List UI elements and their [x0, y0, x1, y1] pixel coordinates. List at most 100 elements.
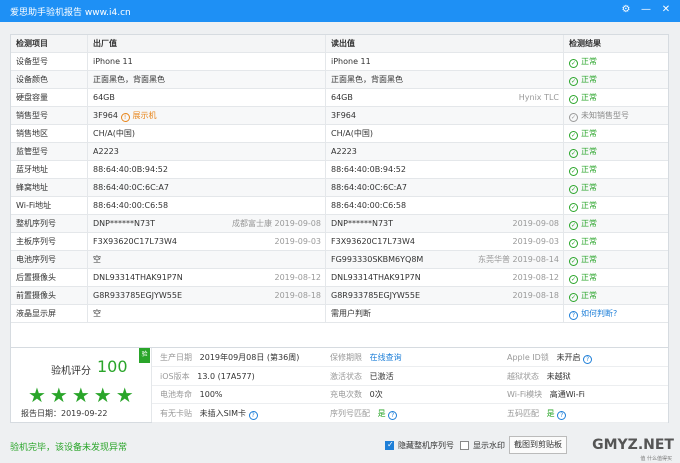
result-text[interactable]: 如何判断?	[581, 309, 617, 318]
footer-bar: 验机完毕，该设备未发现异常 隐藏整机序列号 显示水印 截图到剪贴板 GMYZ.N…	[0, 431, 680, 463]
result-text: 正常	[581, 57, 597, 66]
read-value: F3X93620C17L73W4	[331, 237, 416, 246]
check-circle-icon: ✓	[569, 131, 578, 140]
summary-key: 保修期限	[330, 353, 362, 362]
row-name: 主板序列号	[11, 233, 88, 251]
check-circle-icon: ✓	[569, 59, 578, 68]
read-note: 2019-09-08	[512, 219, 560, 228]
copy-screenshot-button[interactable]: 截图到剪贴板	[509, 436, 567, 454]
minimize-icon[interactable]: —	[638, 2, 654, 18]
score-box: 验机评分 100 验 ★★★★★ 报告日期：2019-09-22	[11, 348, 152, 422]
rating-stars: ★★★★★	[28, 383, 138, 407]
summary-key: 越狱状态	[507, 371, 539, 381]
help-icon[interactable]: ?	[557, 410, 567, 420]
help-icon: ?	[569, 311, 578, 320]
summary-key: 有无卡贴	[160, 408, 192, 418]
row-factory: DNL93314THAK91P7N 2019-08-12	[88, 269, 326, 287]
row-read: F3X93620C17L73W4 2019-09-03	[326, 233, 564, 251]
read-value: 88:64:40:0C:6C:A7	[331, 183, 407, 192]
factory-value: CH/A(中国)	[93, 129, 136, 138]
table-row: 监管型号 A2223 A2223 ✓ 正常	[11, 143, 668, 161]
header-read: 读出值	[326, 35, 564, 53]
title-bar: 爱思助手验机报告 www.i4.cn ⚙ — ✕	[0, 0, 680, 22]
factory-value: A2223	[93, 147, 119, 156]
summary-value: 2019年09月08日 (第36周)	[199, 353, 300, 362]
checkbox-unchecked-icon[interactable]	[460, 441, 469, 450]
verified-badge: 验	[139, 348, 150, 363]
result-text: 正常	[581, 183, 597, 192]
factory-value: 空	[93, 255, 101, 264]
row-factory: 正面黑色，背面黑色	[88, 71, 326, 89]
help-icon[interactable]: ?	[388, 410, 398, 420]
row-result: ✓ 正常	[564, 125, 668, 143]
checkbox-checked-icon[interactable]	[385, 440, 394, 450]
row-name: 后置摄像头	[11, 269, 88, 287]
factory-note: 成都富士康 2019-09-08	[231, 219, 321, 228]
score-label: 验机评分	[51, 366, 91, 377]
summary-item: 激活状态 已激活	[330, 367, 394, 386]
row-result: ✓ 正常	[564, 71, 668, 89]
report-date-label: 报告日期：	[21, 409, 61, 418]
row-factory: 空	[88, 251, 326, 269]
table-row: 销售地区 CH/A(中国) CH/A(中国) ✓ 正常	[11, 125, 668, 143]
factory-note: 2019-09-03	[274, 237, 322, 246]
table-row: 设备颜色 正面黑色，背面黑色 正面黑色，背面黑色 ✓ 正常	[11, 71, 668, 89]
check-circle-icon: ✓	[569, 95, 578, 104]
row-name: 硬盘容量	[11, 89, 88, 107]
header-item: 检测项目	[11, 35, 88, 53]
summary-value: 已激活	[369, 371, 394, 381]
row-factory: 3F964 ! 展示机	[88, 107, 326, 125]
result-text: 正常	[581, 75, 597, 84]
hide-serial-checkbox[interactable]: 隐藏整机序列号	[385, 440, 454, 451]
row-read: 正面黑色，背面黑色	[326, 71, 564, 89]
read-note: 2019-08-12	[512, 273, 560, 282]
row-read: DNL93314THAK91P7N 2019-08-12	[326, 269, 564, 287]
factory-value: 88:64:40:0C:6C:A7	[93, 183, 169, 192]
row-result: ✓ 正常	[564, 143, 668, 161]
summary-value: 未开启	[556, 353, 581, 362]
row-result: ✓ 正常	[564, 287, 668, 305]
row-name: 销售地区	[11, 125, 88, 143]
score-value: 100	[97, 357, 128, 376]
row-factory: DNP******N73T 成都富士康 2019-09-08	[88, 215, 326, 233]
summary-key: 序列号匹配	[330, 408, 370, 418]
result-text: 正常	[581, 255, 597, 264]
watermark-checkbox[interactable]: 显示水印	[460, 440, 505, 451]
row-name: 设备颜色	[11, 71, 88, 89]
summary-key: 激活状态	[330, 371, 362, 381]
factory-value: DNP******N73T	[93, 219, 156, 228]
summary-value: 13.0 (17A577)	[197, 371, 255, 381]
summary-item: 序列号匹配 是 ?	[330, 404, 400, 423]
read-value: CH/A(中国)	[331, 129, 374, 138]
factory-value: 正面黑色，背面黑色	[93, 75, 165, 84]
table-header: 检测项目 出厂值 读出值 检测结果	[11, 35, 668, 53]
summary-panel: 验机评分 100 验 ★★★★★ 报告日期：2019-09-22 生产日期 20…	[10, 347, 669, 423]
summary-item: Wi-Fi模块 高通Wi-Fi	[507, 385, 585, 404]
row-read: FG993330SKBM6YQ8M 东莞华普 2019-08-14	[326, 251, 564, 269]
help-icon[interactable]: ?	[248, 410, 258, 420]
summary-item: Apple ID锁 未开启 ?	[507, 348, 595, 367]
summary-value[interactable]: 在线查询	[370, 353, 402, 362]
read-value: 64GB	[331, 93, 353, 102]
summary-value: 0次	[369, 390, 383, 399]
check-circle-icon: ✓	[569, 185, 578, 194]
row-factory: 88:64:40:0B:94:52	[88, 161, 326, 179]
demo-unit-warning: ! 展示机	[120, 111, 157, 122]
row-result[interactable]: ? 如何判断?	[564, 305, 668, 323]
help-icon[interactable]: ?	[583, 355, 593, 364]
row-result: ✓ 未知销售型号	[564, 107, 668, 125]
read-value: A2223	[331, 147, 357, 156]
row-result: ✓ 正常	[564, 179, 668, 197]
table-row: 硬盘容量 64GB 64GB Hynix TLC ✓ 正常	[11, 89, 668, 107]
summary-item: 电池寿命 100%	[160, 385, 223, 404]
close-icon[interactable]: ✕	[658, 2, 674, 18]
settings-icon[interactable]: ⚙	[618, 2, 634, 18]
window-title: 爱思助手验机报告 www.i4.cn	[10, 8, 131, 18]
row-factory: 空	[88, 305, 326, 323]
result-text: 未知销售型号	[581, 111, 629, 120]
row-name: 前置摄像头	[11, 287, 88, 305]
row-read: 88:64:40:00:C6:58	[326, 197, 564, 215]
factory-value: DNL93314THAK91P7N	[93, 273, 183, 282]
summary-value: 未插入SIM卡	[199, 408, 246, 418]
table-row: 销售型号 3F964 ! 展示机 3F964 ✓ 未知销售型号	[11, 107, 668, 125]
